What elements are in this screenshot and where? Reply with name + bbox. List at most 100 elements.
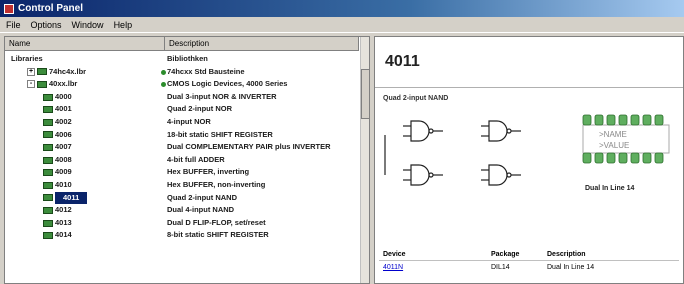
device-table-header: Device Package Description <box>379 249 679 261</box>
column-header-description[interactable]: Description <box>165 37 359 51</box>
tree-row-label: 4000 <box>55 91 72 101</box>
chip-icon <box>43 194 53 202</box>
chip-icon <box>43 93 53 101</box>
status-dot-icon <box>161 82 166 88</box>
tree-scrollbar-thumb[interactable] <box>361 69 369 119</box>
chip-icon <box>43 219 53 227</box>
tree-row-label: 4008 <box>55 154 72 164</box>
nand-gate-symbol <box>403 120 443 142</box>
tree-row-name[interactable]: - 40xx.lbr <box>27 78 77 91</box>
package-label: Dual In Line 14 <box>585 185 635 192</box>
tree-row-label: 4009 <box>55 167 72 177</box>
menu-help[interactable]: Help <box>114 20 133 30</box>
tree-row-description: 4-input NOR <box>167 116 211 126</box>
status-dot-icon <box>161 69 166 75</box>
tree-row-name[interactable]: 4001 <box>43 103 72 116</box>
chip-icon <box>43 118 53 126</box>
chip-icon <box>43 143 53 151</box>
tree-row[interactable]: 4010 Hex BUFFER, non-inverting <box>5 179 359 192</box>
tree-row[interactable]: 4007 Dual COMPLEMENTARY PAIR plus INVERTE… <box>5 141 359 154</box>
tree-row-description: 4-bit full ADDER <box>167 154 225 164</box>
tree-scrollbar[interactable] <box>360 37 369 283</box>
tree-row-label: 4012 <box>55 205 72 215</box>
tree-row[interactable]: 4014 8-bit static SHIFT REGISTER <box>5 229 359 242</box>
header-description: Description <box>547 251 586 258</box>
chip-name-text: >NAME <box>599 130 627 139</box>
divider <box>375 87 683 88</box>
chip-icon <box>43 106 53 114</box>
tree-row-label: 4014 <box>55 230 72 240</box>
tree-row-name[interactable]: +74hc4x.lbr <box>27 66 86 79</box>
tree-row-name[interactable]: 4010 <box>43 179 72 192</box>
expand-icon[interactable]: + <box>27 67 35 76</box>
tree-row-label: 4013 <box>55 217 72 227</box>
tree-row[interactable]: - 40xx.lbr CMOS Logic Devices, 4000 Series <box>5 78 359 91</box>
chip-icon <box>37 80 47 88</box>
nand-gate-symbol <box>481 164 521 186</box>
tree-row[interactable]: 4011 Quad 2-input NAND <box>5 191 359 205</box>
chip-icon <box>37 68 47 76</box>
detail-pane: 4011 Quad 2-input NAND >NAME >VALUE Dual… <box>374 36 684 284</box>
tree-row[interactable]: 4013 Dual D FLIP-FLOP, set/reset <box>5 217 359 230</box>
tree-row[interactable]: 4001 Quad 2-input NOR <box>5 103 359 116</box>
library-tree-pane: Name Description Libraries Bibliothken +74… <box>4 36 370 284</box>
tree-row[interactable]: 4006 18-bit static SHIFT REGISTER <box>5 129 359 142</box>
tree-row-name[interactable]: 4000 <box>43 91 72 104</box>
menu-file[interactable]: File <box>6 20 21 30</box>
nand-gate-symbol <box>403 164 443 186</box>
collapse-icon[interactable]: - <box>27 80 35 89</box>
tree-row-description: 8-bit static SHIFT REGISTER <box>167 230 269 240</box>
tree-row-label: 4006 <box>55 129 72 139</box>
tree-row[interactable]: 4012 Dual 4-input NAND <box>5 204 359 217</box>
tree-row[interactable]: 4000 Dual 3-input NOR & INVERTER <box>5 91 359 104</box>
tree-row-description: Quad 2-input NOR <box>167 104 232 114</box>
chip-icon <box>43 156 53 164</box>
tree-row-description: Dual 4-input NAND <box>167 205 235 215</box>
tree-row-label: 40xx.lbr <box>49 79 78 89</box>
tree-row-label: 74hc4x.lbr <box>49 66 87 76</box>
tree-rows: Libraries Bibliothken +74hc4x.lbr 74hcxx St… <box>5 53 359 242</box>
device-link[interactable]: 4011N <box>379 264 491 271</box>
chip-icon <box>43 169 53 177</box>
tree-row-description: Dual COMPLEMENTARY PAIR plus INVERTER <box>167 142 331 152</box>
window-title: Control Panel <box>18 3 84 14</box>
header-device: Device <box>383 251 406 258</box>
tree-row-name[interactable]: 4011 <box>43 191 88 205</box>
tree-row[interactable]: 4009 Hex BUFFER, inverting <box>5 166 359 179</box>
part-title: 4011 <box>385 53 420 70</box>
device-description: Dual In Line 14 <box>547 263 595 271</box>
tree-row-name[interactable]: 4013 <box>43 217 72 230</box>
tree-row-description: Bibliothken <box>167 54 208 63</box>
tree-row[interactable]: +74hc4x.lbr 74hcxx Std Bausteine <box>5 66 359 79</box>
tree-row-description: Dual D FLIP-FLOP, set/reset <box>167 217 266 227</box>
tree-row-name[interactable]: 4008 <box>43 154 72 167</box>
tree-row-name[interactable]: Libraries <box>11 53 43 66</box>
menu-options[interactable]: Options <box>31 20 62 30</box>
tree-row-name[interactable]: 4006 <box>43 129 72 142</box>
tree-row-label: 4011 <box>55 191 88 205</box>
tree-row-name[interactable]: 4009 <box>43 166 72 179</box>
app-icon <box>4 3 14 14</box>
tree-row-name[interactable]: 4007 <box>43 141 72 154</box>
tree-row-label: 4007 <box>55 142 72 152</box>
package-footprint: >NAME >VALUE <box>582 114 670 164</box>
tree-row[interactable]: Libraries Bibliothken <box>5 53 359 66</box>
menu-window[interactable]: Window <box>72 20 104 30</box>
device-table-row[interactable]: 4011N DIL14 Dual In Line 14 <box>379 261 679 273</box>
part-subtitle: Quad 2-input NAND <box>383 95 449 102</box>
title-bar: Control Panel <box>0 0 684 17</box>
tree-row-name[interactable]: 4002 <box>43 116 72 129</box>
column-header-name[interactable]: Name <box>5 37 165 51</box>
tree-row-label: Libraries <box>11 54 43 63</box>
tree-row-name[interactable]: 4014 <box>43 229 72 242</box>
tree-row-description: Quad 2-input NAND <box>167 192 237 202</box>
tree-row-description: Hex BUFFER, non-inverting <box>167 179 266 189</box>
tree-row-description: CMOS Logic Devices, 4000 Series <box>167 79 288 89</box>
tree-row-name[interactable]: 4012 <box>43 204 72 217</box>
device-table: Device Package Description 4011N DIL14 D… <box>379 249 679 273</box>
tree-row[interactable]: 4008 4-bit full ADDER <box>5 154 359 167</box>
tree-row[interactable]: 4002 4-input NOR <box>5 116 359 129</box>
tree-row-label: 4001 <box>55 104 72 114</box>
schematic-symbols <box>384 120 521 186</box>
chip-icon <box>43 206 53 214</box>
